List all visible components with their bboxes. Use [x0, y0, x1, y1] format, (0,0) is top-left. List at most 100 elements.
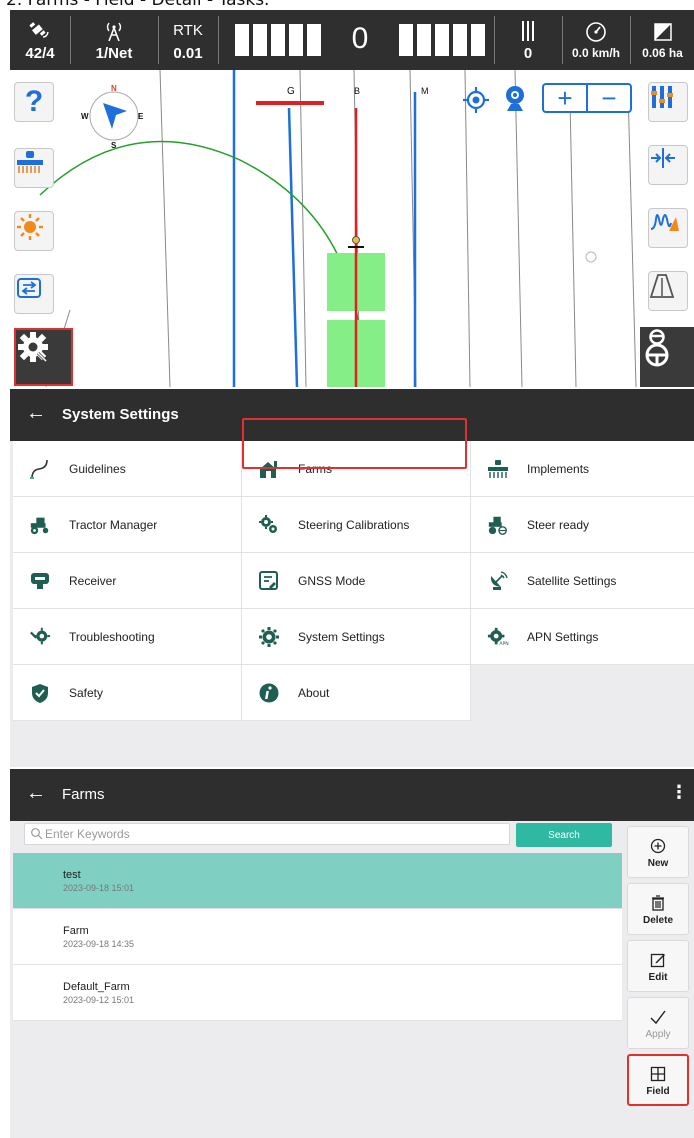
tractor-icon	[29, 514, 51, 536]
settings-item-gnss-mode[interactable]: GNSS Mode	[242, 553, 471, 609]
satellite-icon	[29, 19, 51, 43]
apply-farm-button[interactable]: Apply	[627, 997, 689, 1049]
line-label-g: G	[287, 86, 295, 97]
new-farm-button[interactable]: New	[627, 826, 689, 878]
compass-e: E	[138, 112, 144, 121]
farms-app-bar: ← Farms ⋮	[10, 769, 694, 821]
shield-icon	[29, 682, 51, 704]
counter-status[interactable]: 0	[495, 10, 561, 70]
implement-icon	[17, 151, 43, 173]
settings-item-apn-settings[interactable]: APN APN Settings	[471, 609, 694, 665]
webcam-icon	[506, 86, 524, 111]
switch-line-button[interactable]	[14, 274, 54, 314]
farm-date: 2023-09-12 15:01	[63, 995, 135, 1005]
farms-highlight-box	[242, 418, 467, 469]
autosteer-button[interactable]	[640, 327, 694, 387]
page-title: System Settings	[62, 406, 179, 423]
satellites-value: 42/4	[25, 44, 55, 62]
edit-farm-button[interactable]: Edit	[627, 940, 689, 992]
search-icon	[31, 828, 43, 840]
more-options-icon[interactable]: ⋮	[670, 782, 688, 803]
back-arrow-icon[interactable]: ←	[26, 782, 46, 805]
apply-label: Apply	[645, 1028, 671, 1040]
crosshair-icon	[463, 87, 489, 113]
steering-tune-button[interactable]	[648, 208, 688, 248]
settings-item-safety[interactable]: Safety	[13, 665, 242, 721]
farm-row[interactable]: Default_Farm 2023-09-12 15:01	[13, 965, 622, 1021]
map-canvas[interactable]: G B M ? N S E W + −	[10, 70, 694, 387]
delete-farm-button[interactable]: Delete	[627, 883, 689, 935]
plus-circle-icon	[650, 836, 666, 856]
sun-icon	[17, 214, 43, 240]
day-mode-button[interactable]	[14, 211, 54, 251]
camera-view-button[interactable]	[502, 84, 528, 114]
perspective-button[interactable]	[648, 271, 688, 311]
settings-button[interactable]	[14, 328, 73, 386]
settings-item-label: Implements	[527, 461, 590, 476]
road-icon	[649, 274, 675, 298]
correction-status[interactable]: 1/Net	[71, 10, 157, 70]
antenna-icon	[101, 19, 127, 43]
settings-item-label: Safety	[69, 685, 104, 700]
field-button[interactable]: Field	[627, 1054, 689, 1106]
settings-item-label: APN Settings	[527, 629, 599, 644]
settings-item-implements[interactable]: Implements	[471, 441, 694, 497]
shift-line-button[interactable]	[648, 145, 688, 185]
farm-row[interactable]: test 2023-09-18 15:01	[13, 853, 622, 909]
implement-button[interactable]	[14, 148, 54, 188]
settings-item-label: Satellite Settings	[527, 573, 617, 588]
zoom-out-button[interactable]: −	[588, 85, 630, 111]
settings-item-steering-calibrations[interactable]: Steering Calibrations	[242, 497, 471, 553]
counter-value: 0	[523, 44, 533, 62]
bars-icon	[521, 19, 535, 43]
receiver-icon	[29, 570, 51, 592]
status-bar: 42/4 1/Net RTK 0.01 0 0 0.0 km/h 0.06 ha	[10, 10, 694, 70]
settings-item-tractor-manager[interactable]: Tractor Manager	[13, 497, 242, 553]
compass-n: N	[111, 84, 117, 93]
rtk-status[interactable]: RTK 0.01	[159, 10, 217, 70]
edit-icon	[650, 950, 666, 970]
zoom-control: + −	[542, 83, 632, 113]
section-control-button[interactable]	[648, 82, 688, 122]
wrench-gear-icon	[29, 626, 51, 648]
zoom-in-button[interactable]: +	[544, 85, 586, 111]
compass-w: W	[81, 112, 89, 121]
settings-item-label: Tractor Manager	[69, 517, 158, 532]
settings-item-system-settings[interactable]: System Settings	[242, 609, 471, 665]
area-value: 0.06 ha	[642, 46, 683, 60]
settings-item-troubleshooting[interactable]: Troubleshooting	[13, 609, 242, 665]
gear-icon	[18, 332, 48, 363]
settings-item-satellite-settings[interactable]: Satellite Settings	[471, 553, 694, 609]
shift-icon	[651, 148, 675, 168]
edit-label: Edit	[648, 971, 668, 983]
area-status[interactable]: 0.06 ha	[631, 10, 694, 70]
compass-icon[interactable]: N S E W	[81, 84, 144, 150]
search-button[interactable]: Search	[516, 823, 612, 847]
settings-item-steer-ready[interactable]: Steer ready	[471, 497, 694, 553]
settings-item-label: Guidelines	[69, 461, 126, 476]
satellites-status[interactable]: 42/4	[10, 10, 70, 70]
settings-item-receiver[interactable]: Receiver	[13, 553, 242, 609]
speed-status[interactable]: 0.0 km/h	[563, 10, 629, 70]
gears-icon	[258, 514, 280, 536]
delete-label: Delete	[642, 914, 673, 926]
search-input[interactable]	[24, 823, 510, 845]
back-arrow-icon[interactable]: ←	[26, 402, 46, 425]
system-settings-panel: ← System Settings Guidelines Farms Imple…	[10, 389, 694, 767]
farm-date: 2023-09-18 14:35	[63, 939, 135, 949]
farm-name: Farm	[63, 925, 89, 937]
settings-item-label: GNSS Mode	[298, 573, 366, 588]
lightbar: 0	[235, 22, 486, 56]
settings-item-label: Troubleshooting	[69, 629, 155, 644]
help-button[interactable]: ?	[14, 82, 54, 122]
caption: 2. Farms - Field - Detail - Tasks.	[6, 0, 270, 10]
settings-item-guidelines[interactable]: Guidelines	[13, 441, 242, 497]
settings-item-about[interactable]: About	[242, 665, 471, 721]
farm-name: test	[63, 869, 81, 881]
farm-date: 2023-09-18 15:01	[63, 883, 135, 893]
settings-item-label: About	[298, 685, 330, 700]
farms-panel: ← Farms ⋮ Search test 2023-09-18 15:01 F…	[10, 769, 694, 1138]
farm-row[interactable]: Farm 2023-09-18 14:35	[13, 909, 622, 965]
field-label: Field	[646, 1085, 670, 1097]
locate-button[interactable]	[462, 86, 490, 114]
